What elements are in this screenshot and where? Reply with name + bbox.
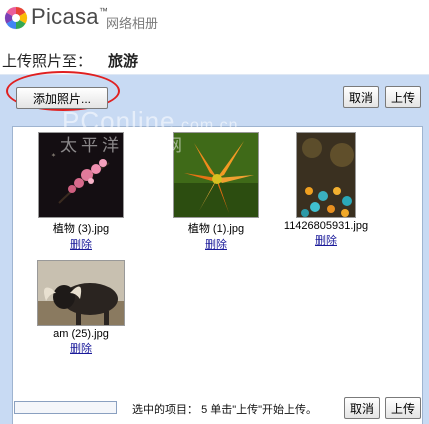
selected-count: 5 — [201, 404, 208, 416]
flower-field-image — [297, 133, 355, 217]
brand-subtitle: 网络相册 — [106, 16, 159, 31]
upload-to-label: 上传照片至： — [2, 53, 93, 70]
upload-hint: 单击"上传"开始上传。 — [210, 404, 318, 416]
photo-filename: 植物 (3).jpg — [52, 223, 110, 235]
upload-panel: 添加照片... 取消 上传 ＊ 植物 (3).jpg 删除 植物 (1).jpg… — [0, 71, 429, 424]
album-name: 旅游 — [108, 53, 139, 70]
brand-name: Picasa™ — [31, 4, 109, 29]
app-header: Picasa™ 网络相册 — [0, 0, 429, 42]
picasa-logo-icon — [4, 6, 28, 30]
photo-thumbnail[interactable]: ＊ — [38, 132, 124, 218]
footer-upload-button[interactable]: 上传 — [385, 397, 421, 419]
selection-status: 选中的项目： 5 单击"上传"开始上传。 — [132, 401, 317, 417]
upload-progress-bar — [14, 401, 117, 414]
delete-link[interactable]: 删除 — [26, 340, 136, 356]
photo-thumbnail[interactable] — [37, 260, 125, 326]
upload-button[interactable]: 上传 — [385, 86, 421, 108]
photo-filename: 11426805931.jpg — [283, 220, 369, 232]
delete-link[interactable]: 删除 — [161, 236, 271, 252]
blossom-image: ＊ — [39, 133, 123, 217]
buffalo-image — [38, 261, 124, 325]
photo-item[interactable]: am (25).jpg 删除 — [26, 260, 136, 356]
photo-grid[interactable]: ＊ 植物 (3).jpg 删除 植物 (1).jpg 删除 1142680593… — [12, 126, 423, 424]
footer-cancel-button[interactable]: 取消 — [344, 397, 380, 419]
photo-filename: 植物 (1).jpg — [187, 223, 245, 235]
cancel-button[interactable]: 取消 — [343, 86, 379, 108]
photo-item[interactable]: 植物 (1).jpg 删除 — [161, 132, 271, 252]
footer-bar: 选中的项目： 5 单击"上传"开始上传。 取消 上传 — [0, 388, 429, 424]
orange-flower-image — [174, 133, 258, 217]
photo-filename: am (25).jpg — [53, 328, 109, 340]
photo-thumbnail[interactable] — [173, 132, 259, 218]
selected-label: 选中的项目： — [132, 404, 198, 416]
photo-thumbnail[interactable] — [296, 132, 356, 218]
delete-link[interactable]: 删除 — [26, 236, 136, 252]
photo-item[interactable]: ＊ 植物 (3).jpg 删除 — [26, 132, 136, 252]
svg-text:＊: ＊ — [51, 153, 56, 159]
add-photos-button[interactable]: 添加照片... — [16, 87, 108, 109]
delete-link[interactable]: 删除 — [271, 232, 381, 248]
photo-item[interactable]: 11426805931.jpg 删除 — [271, 132, 381, 248]
